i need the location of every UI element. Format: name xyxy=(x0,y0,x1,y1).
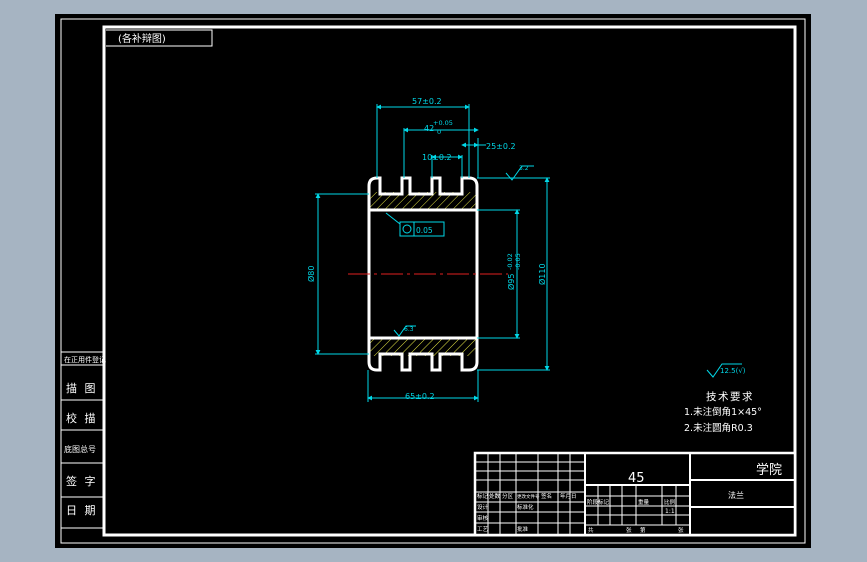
stage-mark: 阶段标记 xyxy=(587,498,610,506)
dim-dia95-text: Ø95 xyxy=(506,274,516,290)
cad-drawing-canvas[interactable]: (各补辩图) 在正用件登记 描 图 校 描 底图总号 签 字 日 期 57±0.… xyxy=(0,0,867,562)
part-name: 法兰 xyxy=(728,490,744,500)
role-standard: 标准化 xyxy=(517,503,534,511)
tech-req-title: 技术要求 xyxy=(706,390,754,403)
dim-dia95-tol-upper: -0.02 xyxy=(506,253,514,270)
dim-25-text: 25±0.2 xyxy=(486,142,516,151)
hdr-count: 处数 xyxy=(489,492,501,500)
role-approve: 批准 xyxy=(517,525,529,533)
hdr-mark: 标记 xyxy=(477,492,489,500)
sheet-no-label: 第 xyxy=(640,526,646,534)
role-review: 审核 xyxy=(477,514,489,522)
title-block[interactable]: 45 学院 法兰 1:1 标记 处数 分区 更改文件号 签名 年月日 设计 标准… xyxy=(473,451,797,537)
stage-weight: 重量 xyxy=(638,498,650,506)
sheet-no-unit: 张 xyxy=(678,526,684,534)
tech-req-item-1: 1.未注倒角1×45° xyxy=(684,406,762,418)
hdr-zone: 分区 xyxy=(502,492,514,500)
dim-42-tol-upper: +0.05 xyxy=(433,119,453,127)
dim-65-text: 65±0.2 xyxy=(405,392,435,401)
stage-scale: 比例 xyxy=(664,498,676,506)
strip-row-check: 校 描 xyxy=(66,411,98,425)
sheet-total-unit: 张 xyxy=(626,526,632,534)
hdr-doc: 更改文件号 xyxy=(517,493,540,500)
dim-10-text: 10±0.2 xyxy=(422,153,452,162)
runout-value: 0.05 xyxy=(416,226,433,235)
tech-req-item-2: 2.未注圆角R0.3 xyxy=(684,422,753,434)
dim-dia95-tol-lower: -0.05 xyxy=(514,253,522,270)
role-process: 工艺 xyxy=(477,526,489,533)
surface-mid-value: 6.3 xyxy=(404,326,414,333)
record-header: 在正用件登记 xyxy=(64,355,106,364)
strip-row-trace: 描 图 xyxy=(66,381,98,395)
scale-value: 1:1 xyxy=(665,508,675,515)
dim-57-text: 57±0.2 xyxy=(412,97,442,106)
material-text: 45 xyxy=(628,471,645,486)
strip-row-base-no: 底图总号 xyxy=(64,444,96,454)
strip-row-date: 日 期 xyxy=(66,504,98,517)
dim-dia80-text: Ø80 xyxy=(306,266,316,282)
strip-row-sign: 签 字 xyxy=(66,474,98,488)
surface-top-value: 3.2 xyxy=(519,165,529,172)
dim-dia110-text: Ø110 xyxy=(537,263,547,285)
role-design: 设计 xyxy=(477,503,489,511)
dim-42-tol-lower: 0 xyxy=(437,128,441,136)
sheet-total-label: 共 xyxy=(588,526,594,534)
hdr-sign: 签名 xyxy=(541,492,552,500)
view-label-text: (各补辩图) xyxy=(118,32,166,45)
school-name: 学院 xyxy=(756,462,782,478)
surface-default-value: 12.5(√) xyxy=(720,367,746,375)
hdr-date: 年月日 xyxy=(560,492,577,500)
